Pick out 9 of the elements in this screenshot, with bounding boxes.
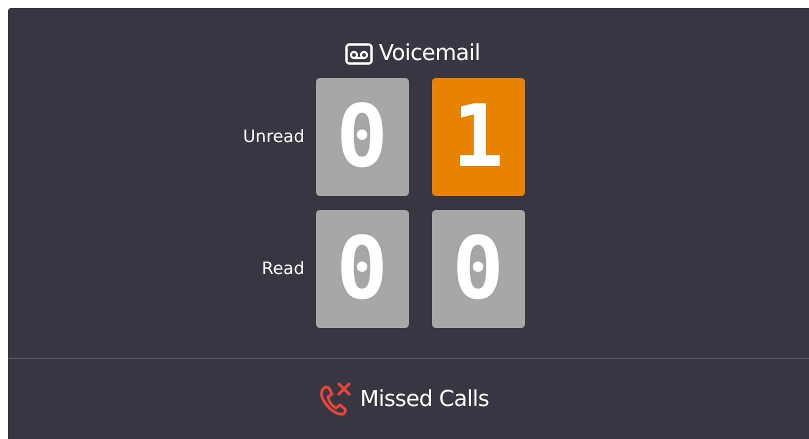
digit-tile: 0: [316, 78, 408, 196]
section-title: Missed Calls: [360, 386, 490, 412]
digit-tile: 1: [432, 78, 524, 196]
digit-tile: 0: [432, 210, 524, 328]
counter-label: Read: [260, 259, 304, 279]
digit-tile: 0: [316, 210, 408, 328]
voicemail-icon: [344, 42, 373, 64]
counter-label: Unread: [242, 127, 304, 147]
section-title: Voicemail: [378, 41, 480, 66]
